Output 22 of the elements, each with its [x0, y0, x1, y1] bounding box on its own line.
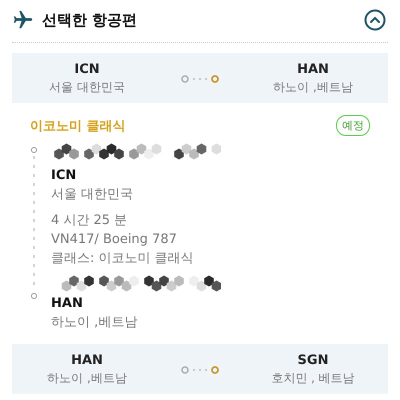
route-line-icon [180, 364, 220, 374]
status-badge: 예정 [336, 115, 370, 136]
flight-duration: 4 시간 25 분 [51, 212, 128, 230]
city-name: 서울 대한민국 [49, 78, 125, 96]
city-name: 호치민 , 베트남 [271, 370, 355, 386]
city-name: 하노이 ,베트남 [51, 314, 138, 332]
section-title: 선택한 항공편 [42, 10, 138, 30]
airport-code: HAN [71, 352, 103, 368]
airport-code: ICN [51, 167, 76, 185]
cabin-class: 이코노미 클래식 [30, 118, 126, 134]
city-name: 하노이 ,베트남 [273, 78, 353, 96]
airport-code: HAN [297, 62, 329, 76]
airport-code: HAN [51, 295, 83, 313]
class-info: 클래스: 이코노미 클래식 [51, 250, 194, 268]
collapse-icon[interactable] [364, 9, 386, 31]
route-line-icon [180, 74, 220, 84]
airplane-icon [12, 9, 34, 31]
airport-code: SGN [298, 352, 328, 368]
airport-code: ICN [74, 62, 100, 76]
city-name: 하노이 ,베트남 [47, 370, 127, 386]
city-name: 서울 대한민국 [51, 186, 134, 204]
flight-number: VN417/ Boeing 787 [51, 231, 177, 249]
